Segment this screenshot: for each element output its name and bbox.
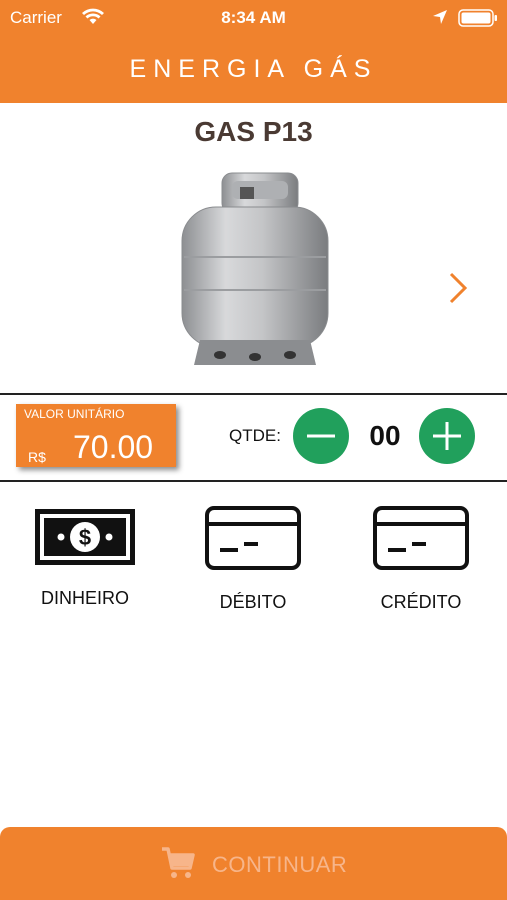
credit-card-icon bbox=[373, 506, 469, 570]
increase-quantity-button[interactable] bbox=[419, 408, 475, 464]
cart-icon bbox=[160, 844, 196, 885]
cash-icon: $ bbox=[35, 509, 135, 565]
quantity-value: 00 bbox=[369, 420, 401, 451]
continue-label: CONTINUAR bbox=[212, 852, 348, 877]
location-arrow-icon bbox=[432, 9, 448, 30]
payment-credit-label: CRÉDITO bbox=[380, 592, 462, 612]
plus-icon bbox=[433, 422, 461, 450]
header-bar: Carrier 8:34 AM ENERGIA GÁS bbox=[0, 0, 507, 103]
continue-button[interactable]: CONTINUAR bbox=[0, 827, 507, 900]
svg-text:$: $ bbox=[79, 525, 91, 550]
unit-price-card: VALOR UNITÁRIO R$ 70.00 bbox=[16, 404, 176, 467]
unit-price-value: 70.00 bbox=[73, 429, 154, 465]
next-product-button[interactable] bbox=[443, 270, 473, 306]
status-bar: Carrier 8:34 AM bbox=[0, 0, 507, 36]
app-title: ENERGIA GÁS bbox=[129, 55, 378, 83]
divider-bottom bbox=[0, 480, 507, 482]
quantity-label: QTDE: bbox=[229, 426, 281, 445]
decrease-quantity-button[interactable] bbox=[293, 408, 349, 464]
payment-debit-label: DÉBITO bbox=[219, 592, 287, 612]
product-title: GAS P13 bbox=[194, 116, 313, 147]
gas-cylinder-image bbox=[170, 165, 340, 380]
payment-cash-label: DINHEIRO bbox=[40, 588, 129, 608]
payment-cash-option[interactable]: $ DINHEIRO bbox=[20, 500, 150, 609]
payment-credit-option[interactable]: CRÉDITO bbox=[356, 500, 486, 613]
debit-card-icon bbox=[205, 506, 301, 570]
battery-icon bbox=[458, 9, 498, 32]
chevron-right-icon bbox=[449, 272, 468, 304]
currency-symbol: R$ bbox=[28, 449, 46, 465]
unit-price-label: VALOR UNITÁRIO bbox=[24, 407, 125, 421]
payment-debit-option[interactable]: DÉBITO bbox=[188, 500, 318, 613]
minus-icon bbox=[307, 434, 335, 438]
status-time: 8:34 AM bbox=[221, 8, 286, 27]
divider-top bbox=[0, 393, 507, 395]
